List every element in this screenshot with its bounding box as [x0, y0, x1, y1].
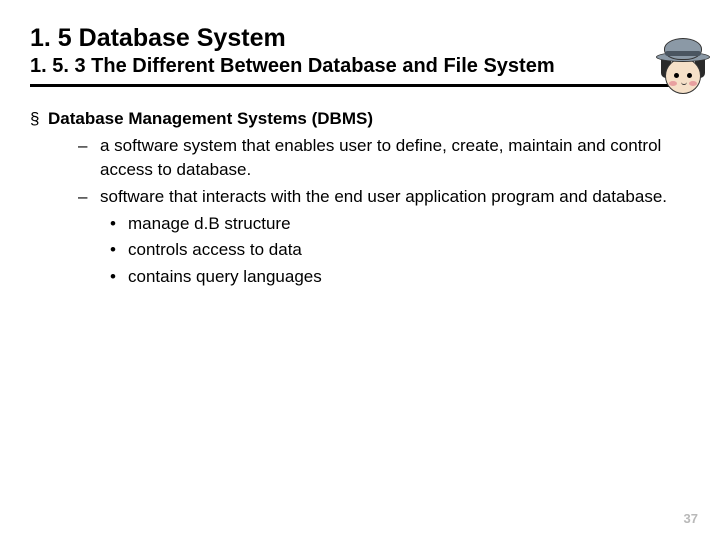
bullet-point: software that interacts with the end use… — [30, 185, 690, 210]
mascot-illustration — [656, 38, 710, 98]
sub-bullet: contains query languages — [30, 265, 690, 290]
sub-bullet: manage d.B structure — [30, 212, 690, 237]
divider-line — [30, 84, 690, 87]
bullet-point: a software system that enables user to d… — [30, 134, 690, 183]
slide-subtitle: 1. 5. 3 The Different Between Database a… — [30, 55, 690, 78]
slide-container: 1. 5 Database System 1. 5. 3 The Differe… — [0, 0, 720, 540]
slide-title: 1. 5 Database System — [30, 24, 690, 53]
slide-content: Database Management Systems (DBMS) a sof… — [30, 107, 690, 289]
bullet-heading: Database Management Systems (DBMS) — [30, 107, 690, 132]
sub-bullet: controls access to data — [30, 238, 690, 263]
page-number: 37 — [684, 511, 698, 526]
